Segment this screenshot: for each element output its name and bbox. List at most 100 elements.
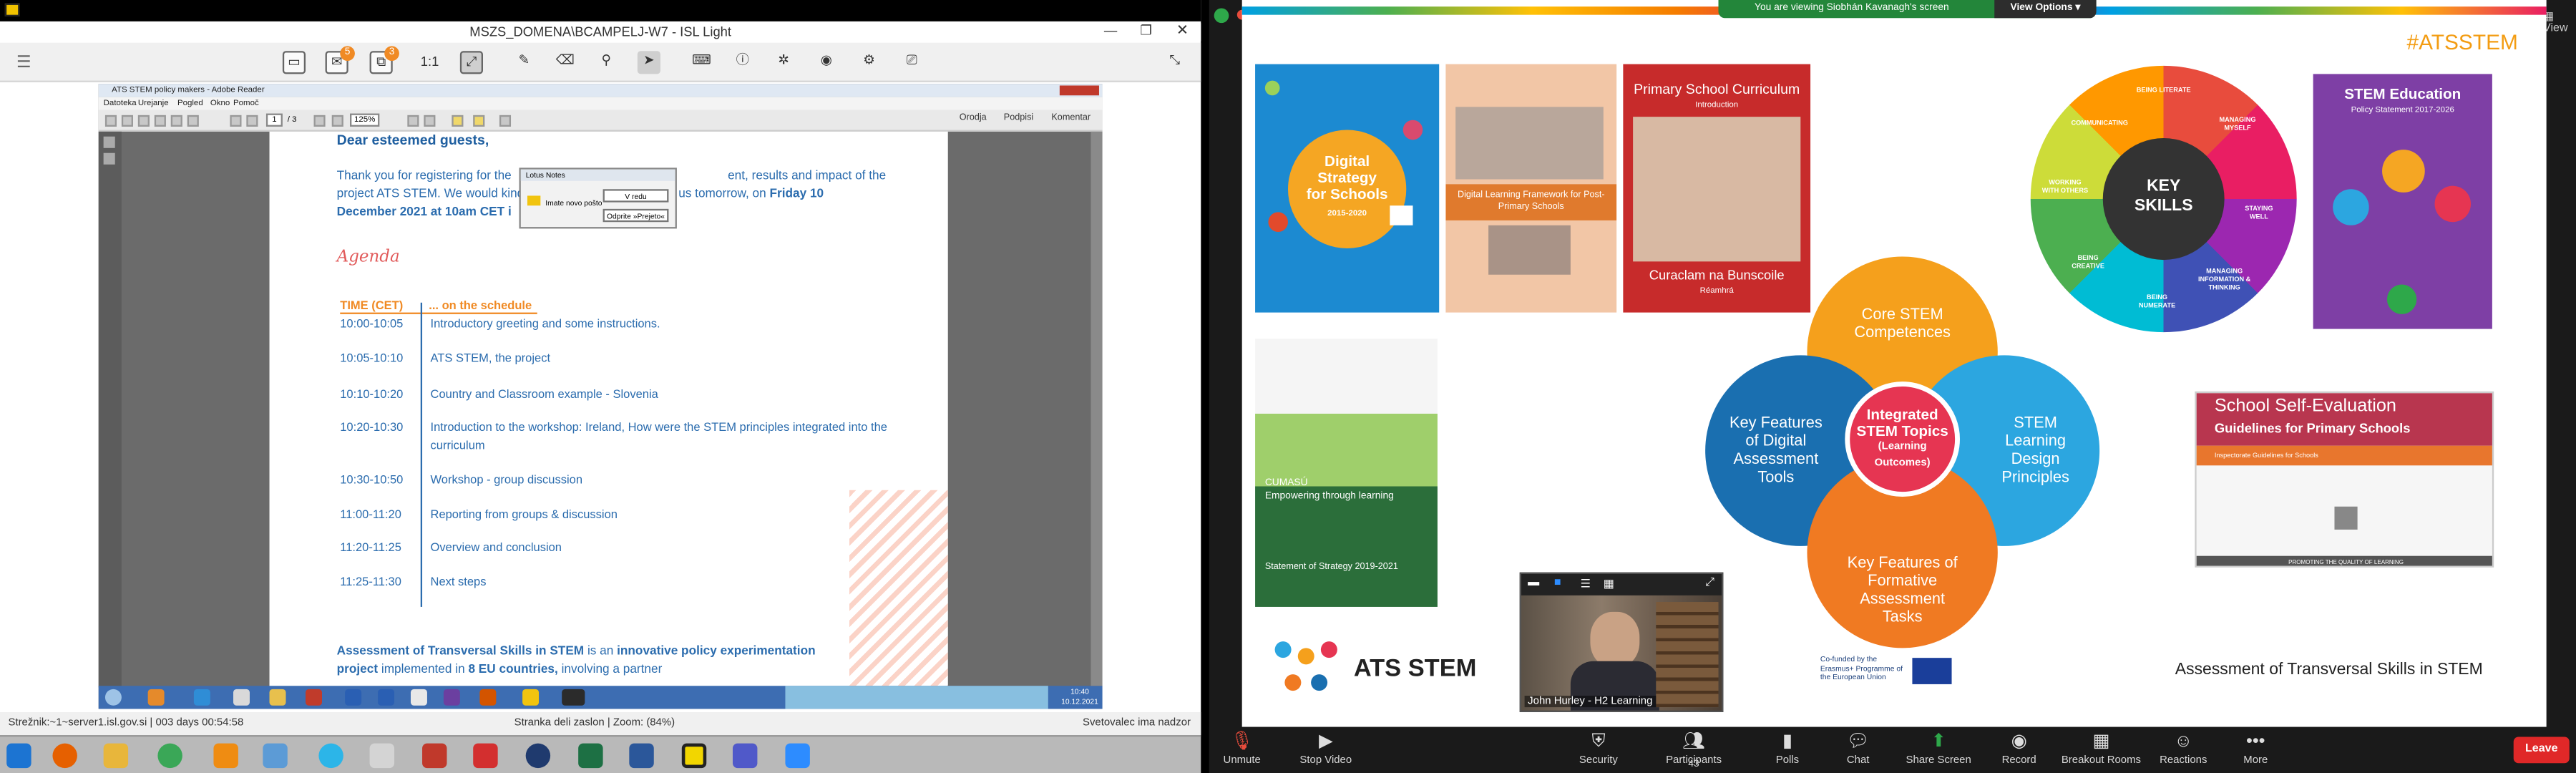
zoom-in-icon[interactable] bbox=[331, 115, 343, 127]
expand-icon[interactable] bbox=[499, 115, 512, 127]
popup-open-inbox-button[interactable]: Odprite »Prejeto« bbox=[602, 208, 669, 223]
reader-close-icon[interactable] bbox=[1059, 85, 1099, 96]
minimize-video-icon[interactable]: ▬ bbox=[1528, 578, 1539, 589]
pointer-icon[interactable]: ➤ bbox=[637, 51, 660, 74]
isl-light-taskbar-icon[interactable] bbox=[681, 743, 707, 769]
shield-icon[interactable] bbox=[1214, 8, 1229, 24]
view-options-dropdown[interactable]: View Options ▾ bbox=[1994, 0, 2097, 19]
security-button[interactable]: ⛨ Security bbox=[1549, 732, 1648, 767]
menu-item-edit[interactable]: Urejanje bbox=[138, 97, 169, 110]
remote-app-icon[interactable] bbox=[479, 689, 497, 706]
zoom-taskbar-icon[interactable] bbox=[785, 743, 810, 769]
gallery-view-icon[interactable]: ▦ bbox=[1604, 578, 1614, 590]
create-icon[interactable] bbox=[121, 115, 133, 127]
shared-screen[interactable]: You are viewing Siobhán Kavanagh's scree… bbox=[1241, 0, 2547, 727]
acrobat-icon[interactable] bbox=[473, 743, 498, 769]
psc-irish-sub: Réamhrá bbox=[1699, 286, 1734, 296]
remote-app-icon[interactable] bbox=[443, 689, 460, 706]
marker-icon[interactable]: ⚲ bbox=[595, 51, 618, 74]
remote-app-icon[interactable] bbox=[233, 689, 250, 706]
files-icon[interactable]: ⧉ 3 bbox=[369, 46, 399, 74]
zoom-out-icon[interactable] bbox=[313, 115, 326, 127]
menu-item-file[interactable]: Datoteka bbox=[104, 97, 137, 110]
pen-icon[interactable]: ✎ bbox=[512, 51, 535, 74]
more-button[interactable]: ••• More bbox=[2206, 732, 2305, 767]
monitor-icon[interactable]: ▭ bbox=[282, 51, 306, 74]
app-icon[interactable] bbox=[422, 743, 447, 769]
app-icon[interactable] bbox=[369, 743, 395, 769]
remote-app-icon[interactable] bbox=[269, 689, 286, 706]
comment-icon[interactable] bbox=[452, 115, 464, 127]
fullscreen-icon[interactable]: ⤡ bbox=[1163, 51, 1186, 74]
students-photo bbox=[1488, 225, 1571, 275]
remote-app-icon[interactable] bbox=[378, 689, 395, 706]
leave-button[interactable]: Leave bbox=[2513, 736, 2570, 764]
app-icon[interactable] bbox=[318, 743, 343, 769]
restore-icon[interactable]: ❐ bbox=[1140, 23, 1151, 38]
comment-tab[interactable]: Komentar bbox=[1051, 114, 1091, 124]
menu-item-view[interactable]: Pogled bbox=[177, 97, 203, 110]
fit-width-icon[interactable] bbox=[407, 115, 419, 127]
remote-app-icon[interactable] bbox=[345, 689, 362, 706]
menu-item-window[interactable]: Okno bbox=[210, 97, 230, 110]
stop-video-button[interactable]: ▶ Stop Video bbox=[1277, 732, 1375, 767]
prev-page-icon[interactable] bbox=[230, 115, 242, 127]
menu-item-help[interactable]: Pomoč bbox=[233, 97, 259, 110]
remote-app-icon[interactable] bbox=[562, 689, 585, 706]
close-icon[interactable]: ✕ bbox=[1176, 21, 1189, 39]
fit-page-icon[interactable] bbox=[424, 115, 436, 127]
word-icon[interactable] bbox=[629, 743, 654, 769]
isl-app-icon[interactable] bbox=[4, 3, 20, 16]
chrome-icon[interactable] bbox=[157, 743, 182, 769]
keyboard-icon[interactable]: ⌨ bbox=[690, 51, 713, 74]
app-icon[interactable] bbox=[525, 743, 551, 769]
view-button[interactable]: ▦ View bbox=[2543, 10, 2576, 34]
expand-video-icon[interactable]: ⤢ bbox=[1705, 578, 1714, 590]
teams-icon[interactable] bbox=[732, 743, 758, 769]
fit-screen-icon[interactable]: ⤢ bbox=[459, 51, 483, 74]
email-icon[interactable] bbox=[170, 115, 182, 127]
participants-button[interactable]: 👥︎43 Participants bbox=[1644, 732, 1743, 770]
copy-icon[interactable] bbox=[187, 115, 199, 127]
page-number-input[interactable]: 1 bbox=[265, 113, 283, 127]
excel-icon[interactable] bbox=[578, 743, 603, 769]
firefox-icon[interactable] bbox=[52, 743, 77, 769]
sign-tab[interactable]: Podpisi bbox=[1004, 114, 1033, 124]
highlight-icon[interactable] bbox=[473, 115, 485, 127]
remote-desktop-view[interactable]: ATS STEM policy makers - Adobe Reader Da… bbox=[98, 84, 1103, 709]
remote-app-icon[interactable] bbox=[522, 689, 540, 706]
zoom-1to1-button[interactable]: 1:1 bbox=[421, 54, 439, 69]
remote-app-icon[interactable] bbox=[193, 689, 210, 706]
record-icon[interactable]: ◉ bbox=[815, 51, 838, 74]
remote-start-icon[interactable] bbox=[104, 689, 122, 706]
remote-app-icon[interactable] bbox=[410, 689, 427, 706]
ks-ring-label: MANAGING MYSELF bbox=[2219, 115, 2256, 132]
strip-view-icon[interactable]: ☰ bbox=[1581, 578, 1591, 590]
participant-video[interactable]: ▬ ■ ☰ ▦ ⤢ John Hurley - H2 Learning bbox=[1519, 572, 1724, 712]
tools-tab[interactable]: Orodja bbox=[960, 114, 987, 124]
eraser-icon[interactable]: ⌫ bbox=[554, 51, 577, 74]
open-icon[interactable] bbox=[104, 115, 117, 127]
pages-panel-icon[interactable] bbox=[103, 136, 115, 148]
minimize-icon[interactable]: — bbox=[1104, 23, 1117, 38]
notepad-icon[interactable] bbox=[263, 743, 288, 769]
vlc-icon[interactable] bbox=[213, 743, 238, 769]
print-icon[interactable] bbox=[154, 115, 166, 127]
tools-icon[interactable]: ✲ bbox=[772, 51, 795, 74]
chat-icon[interactable]: ✉ 5 bbox=[325, 46, 355, 74]
save-icon[interactable] bbox=[137, 115, 150, 127]
popup-ok-button[interactable]: V redu bbox=[602, 189, 669, 203]
remote-screen-icon[interactable]: ⎚ bbox=[900, 51, 923, 74]
info-icon[interactable]: ⓘ bbox=[731, 51, 754, 74]
attachments-icon[interactable] bbox=[103, 152, 115, 165]
settings-icon[interactable]: ⚙ bbox=[857, 51, 880, 74]
remote-app-icon[interactable] bbox=[306, 689, 322, 706]
windows-start-icon[interactable] bbox=[6, 743, 31, 769]
speaker-view-icon[interactable]: ■ bbox=[1554, 578, 1561, 589]
next-page-icon[interactable] bbox=[246, 115, 258, 127]
reader-scrollbar[interactable] bbox=[1091, 131, 1103, 686]
zoom-select[interactable]: 125% bbox=[350, 113, 380, 127]
file-explorer-icon[interactable] bbox=[103, 743, 129, 769]
menu-list-icon[interactable]: ☰ bbox=[16, 54, 31, 72]
remote-app-icon[interactable] bbox=[147, 689, 165, 706]
